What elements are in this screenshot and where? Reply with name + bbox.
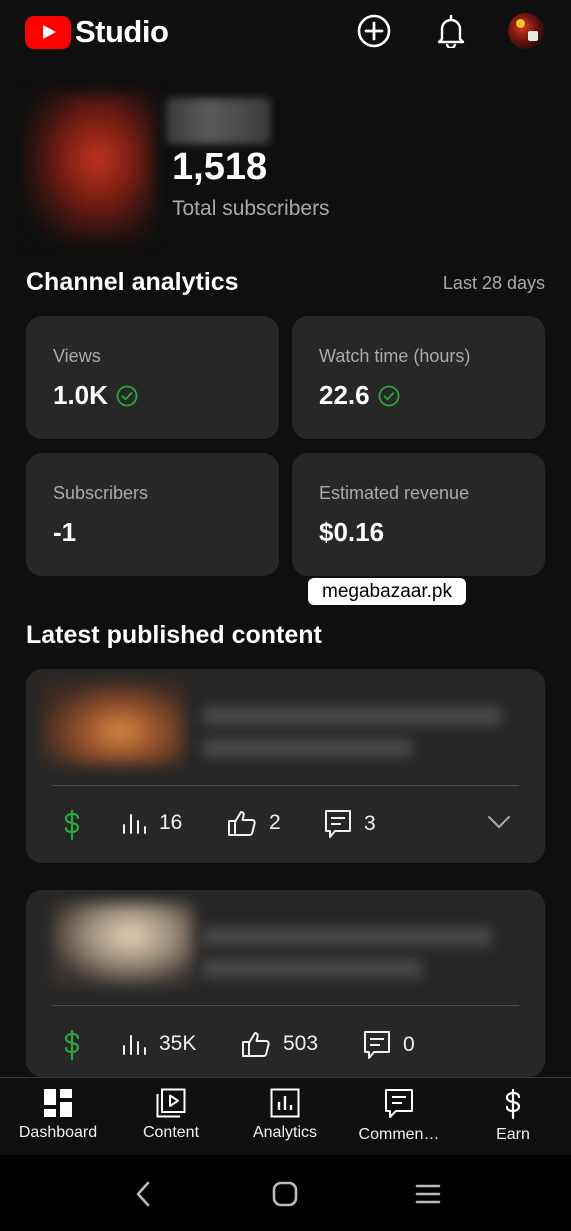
- youtube-play-icon: [25, 15, 71, 49]
- nav-item-dashboard[interactable]: Dashboard: [1, 1088, 115, 1142]
- views-count: 16: [159, 811, 183, 834]
- divider: [52, 1005, 519, 1006]
- video-thumbnail[interactable]: [52, 902, 194, 986]
- logo-text: Studio: [75, 14, 169, 49]
- card-value: 22.6: [319, 380, 370, 410]
- views-stat: 35K: [121, 1032, 196, 1056]
- video-title-blurred: [202, 928, 492, 946]
- create-icon[interactable]: [357, 14, 391, 48]
- nav-label: Content: [142, 1124, 200, 1141]
- check-circle-icon: [378, 385, 400, 406]
- watch-time-card[interactable]: Watch time (hours) 22.6: [292, 316, 545, 439]
- subscribers-card[interactable]: Subscribers -1: [26, 453, 279, 576]
- card-value-row: 22.6: [319, 380, 400, 411]
- revenue-card[interactable]: Estimated revenue $0.16: [292, 453, 545, 576]
- channel-name-blurred: [166, 98, 270, 144]
- comment-icon: [325, 810, 351, 838]
- channel-avatar: [27, 92, 155, 242]
- video-thumbnail[interactable]: [42, 681, 184, 765]
- recent-apps-icon[interactable]: [411, 1177, 445, 1211]
- nav-label: Dashboard: [18, 1124, 98, 1141]
- analytics-range: Last 28 days: [442, 273, 545, 293]
- latest-content-title: Latest published content: [26, 621, 322, 649]
- analytics-title: Channel analytics: [26, 268, 239, 296]
- bottom-navigation: Dashboard Content Analytics Commen… Earn: [0, 1077, 571, 1155]
- comments-stat: 0: [363, 1030, 415, 1060]
- top-app-bar: Studio: [0, 0, 571, 64]
- comment-icon: [364, 1031, 390, 1059]
- nav-item-analytics[interactable]: Analytics: [228, 1088, 342, 1142]
- thumbs-up-icon: [228, 811, 256, 836]
- bar-chart-icon: [123, 814, 146, 834]
- likes-stat: 503: [241, 1030, 318, 1058]
- subscriber-label: Total subscribers: [172, 197, 330, 220]
- video-card[interactable]: 16 2 3: [26, 669, 545, 863]
- studio-logo[interactable]: Studio: [25, 14, 169, 50]
- content-icon: [156, 1088, 186, 1118]
- likes-stat: 2: [227, 809, 281, 837]
- video-subtitle-blurred: [202, 739, 412, 757]
- back-icon[interactable]: [126, 1177, 160, 1211]
- card-value-row: 1.0K: [53, 380, 138, 411]
- earn-icon: [505, 1088, 521, 1120]
- expand-button[interactable]: [487, 815, 523, 829]
- nav-item-content[interactable]: Content: [114, 1088, 228, 1142]
- chevron-down-icon: [488, 816, 510, 828]
- card-value: -1: [53, 517, 77, 547]
- likes-count: 2: [269, 811, 281, 834]
- dollar-icon: [64, 809, 80, 841]
- likes-count: 503: [283, 1032, 319, 1055]
- comments-stat: 3: [324, 809, 376, 839]
- dollar-icon: [64, 1029, 80, 1061]
- views-stat: 16: [121, 811, 182, 835]
- card-label: Estimated revenue: [319, 483, 470, 503]
- nav-label: Earn: [496, 1126, 530, 1143]
- views-count: 35K: [159, 1032, 197, 1055]
- home-icon[interactable]: [268, 1177, 302, 1211]
- comments-icon: [385, 1089, 413, 1118]
- card-label: Watch time (hours): [319, 346, 471, 366]
- nav-label: Analytics: [252, 1124, 318, 1141]
- card-label: Subscribers: [53, 483, 149, 503]
- subscriber-count: 1,518: [172, 146, 268, 188]
- bar-chart-icon: [123, 1035, 146, 1055]
- video-subtitle-blurred: [202, 960, 422, 978]
- video-card[interactable]: 35K 503 0: [26, 890, 545, 1077]
- card-value: 1.0K: [53, 380, 108, 410]
- notifications-icon[interactable]: [434, 14, 468, 48]
- comments-count: 0: [403, 1033, 415, 1056]
- nav-item-comments[interactable]: Commen…: [342, 1088, 456, 1144]
- thumbs-up-icon: [242, 1032, 270, 1057]
- video-title-blurred: [202, 707, 502, 725]
- watermark-label: megabazaar.pk: [308, 578, 466, 605]
- monetization-status: [62, 809, 94, 841]
- card-label: Views: [53, 346, 101, 366]
- analytics-icon: [270, 1088, 300, 1118]
- views-card[interactable]: Views 1.0K: [26, 316, 279, 439]
- divider: [52, 785, 519, 786]
- check-circle-icon: [116, 385, 138, 406]
- monetization-status: [62, 1029, 94, 1061]
- comments-count: 3: [364, 812, 376, 835]
- account-avatar[interactable]: [508, 13, 544, 49]
- nav-label: Commen…: [358, 1126, 440, 1143]
- nav-item-earn[interactable]: Earn: [456, 1088, 570, 1144]
- system-navigation-bar: [0, 1155, 571, 1231]
- dashboard-icon: [44, 1089, 72, 1117]
- card-value: $0.16: [319, 517, 385, 547]
